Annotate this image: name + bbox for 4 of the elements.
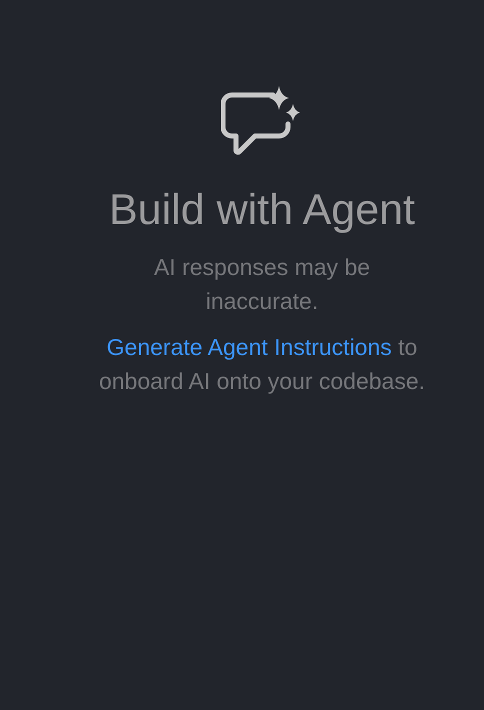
generate-instructions-link[interactable]: Generate Agent Instructions [106,334,392,360]
empty-state-title: Build with Agent [109,185,415,236]
disclaimer-text: AI responses may be inaccurate. [152,253,372,316]
instructions-hint: Generate Agent Instructions to onboard AI onto your codebase. [98,333,426,396]
